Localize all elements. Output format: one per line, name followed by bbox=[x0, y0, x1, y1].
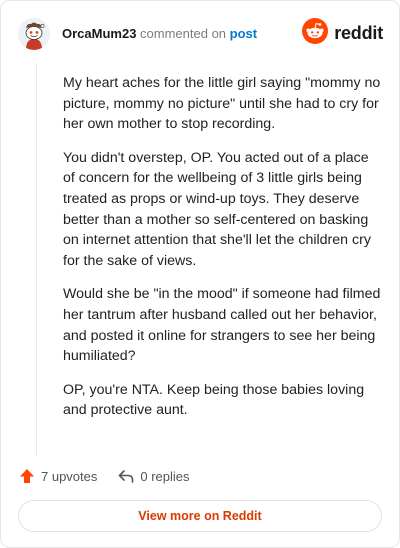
upvotes-stat[interactable]: 7 upvotes bbox=[18, 467, 97, 485]
upvotes-count: 7 upvotes bbox=[41, 468, 98, 484]
post-link[interactable]: post bbox=[230, 26, 257, 41]
snoo-avatar-icon[interactable] bbox=[18, 18, 50, 50]
thread-line bbox=[36, 63, 37, 455]
comment-paragraph: My heart aches for the little girl sayin… bbox=[63, 75, 381, 133]
comment-header: OrcaMum23 commented on post reddit bbox=[18, 17, 383, 51]
author-name[interactable]: OrcaMum23 bbox=[62, 26, 136, 41]
comment-paragraph: Would she be "in the mood" if someone ha… bbox=[63, 286, 381, 365]
comment-paragraph: OP, you're NTA. Keep being those babies … bbox=[63, 381, 365, 419]
upvote-arrow-icon bbox=[18, 467, 36, 485]
reddit-wordmark: reddit bbox=[334, 22, 383, 43]
reply-arrow-icon bbox=[117, 467, 135, 485]
reddit-snoo-icon bbox=[302, 17, 329, 49]
comment-stats: 7 upvotes 0 replies bbox=[18, 464, 190, 488]
comment-body: My heart aches for the little girl sayin… bbox=[63, 73, 381, 434]
replies-stat[interactable]: 0 replies bbox=[117, 467, 190, 485]
view-more-button[interactable]: View more on Reddit bbox=[18, 500, 382, 532]
comment-paragraph: You didn't overstep, OP. You acted out o… bbox=[63, 149, 371, 269]
embedded-comment-card: OrcaMum23 commented on post reddit My he… bbox=[0, 0, 400, 548]
comment-meta: OrcaMum23 commented on post bbox=[62, 26, 257, 41]
replies-count: 0 replies bbox=[140, 468, 190, 484]
comment-action-text: commented on bbox=[140, 26, 227, 41]
reddit-logo[interactable]: reddit bbox=[302, 17, 383, 49]
